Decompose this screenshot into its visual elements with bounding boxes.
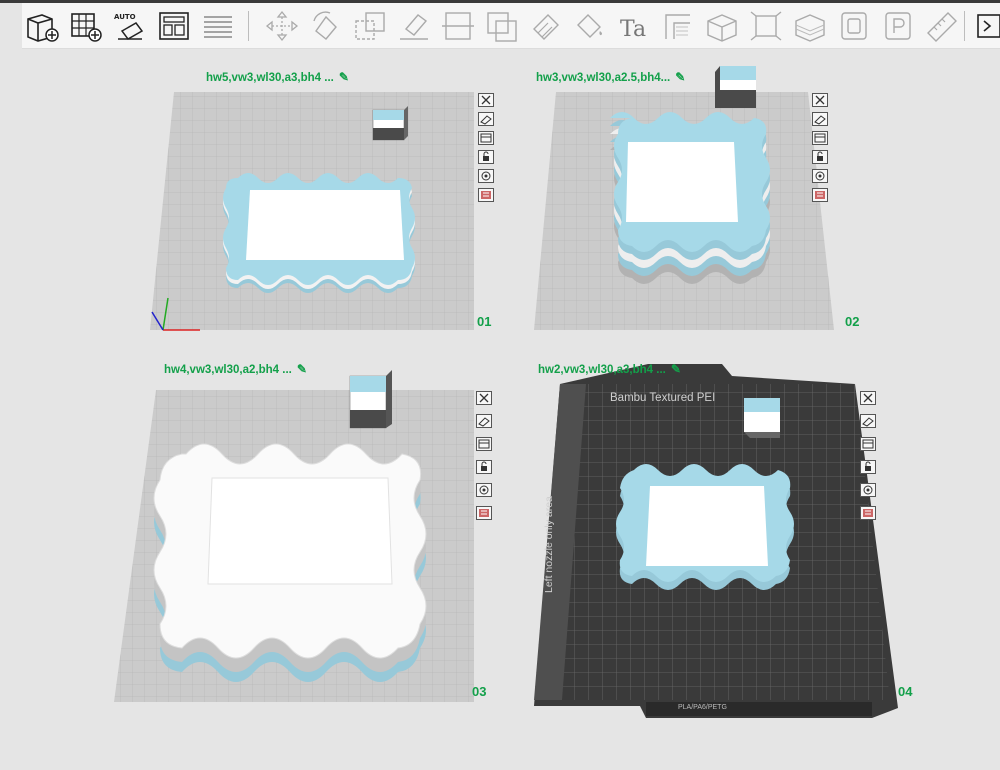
- filament-box-icon: [715, 66, 756, 108]
- orient-plate-icon[interactable]: [476, 437, 492, 451]
- plate-01[interactable]: [150, 92, 474, 331]
- plate-03-label: hw4,vw3,wl30,a2,bh4 ...: [164, 364, 292, 376]
- plate-04-name[interactable]: hw2,vw3,wl30,a3,bh4 ... ✎: [538, 362, 681, 376]
- filament-box-icon: [744, 398, 780, 438]
- plate-02-toolbar: [812, 93, 830, 207]
- lock-plate-icon[interactable]: [812, 150, 828, 164]
- arrange-plate-icon[interactable]: [478, 112, 494, 126]
- plate-settings-icon[interactable]: [860, 483, 876, 497]
- plate-03-name[interactable]: hw4,vw3,wl30,a2,bh4 ... ✎: [164, 362, 307, 376]
- plate-04[interactable]: [534, 364, 898, 718]
- plate-04-label: hw2,vw3,wl30,a3,bh4 ...: [538, 364, 666, 376]
- close-plate-icon[interactable]: [812, 93, 828, 107]
- filament-box-icon: [349, 370, 392, 429]
- orient-plate-icon[interactable]: [860, 437, 876, 451]
- edit-pencil-icon[interactable]: ✎: [671, 362, 681, 376]
- plate-04-number: 04: [898, 684, 913, 699]
- wavy-frame-model[interactable]: [223, 173, 415, 293]
- plate-02-number: 02: [845, 314, 860, 329]
- slice-plate-icon[interactable]: [478, 188, 494, 202]
- plate-01-number: 01: [477, 314, 492, 329]
- orient-plate-icon[interactable]: [812, 131, 828, 145]
- plate-settings-icon[interactable]: [476, 483, 492, 497]
- wavy-frame-model[interactable]: [616, 464, 794, 590]
- filament-type-text: PLA/PA6/PETG: [678, 704, 727, 711]
- close-plate-icon[interactable]: [860, 391, 876, 405]
- left-nozzle-text: Left nozzle only area: [543, 496, 555, 593]
- arrange-plate-icon[interactable]: [860, 414, 876, 428]
- plate-03-toolbar: [476, 391, 494, 525]
- plate-03[interactable]: [114, 370, 474, 702]
- lock-plate-icon[interactable]: [478, 150, 494, 164]
- plate-02-label: hw3,vw3,wl30,a2.5,bh4...: [536, 72, 671, 84]
- plate-02-name[interactable]: hw3,vw3,wl30,a2.5,bh4... ✎: [536, 70, 685, 84]
- plate-01-label: hw5,vw3,wl30,a3,bh4 ...: [206, 72, 334, 84]
- lock-plate-icon[interactable]: [476, 460, 492, 474]
- wavy-frame-model[interactable]: [610, 112, 770, 284]
- plate-settings-icon[interactable]: [478, 169, 494, 183]
- plate-02[interactable]: [534, 66, 834, 330]
- plate-04-toolbar: [860, 391, 878, 525]
- edit-pencil-icon[interactable]: ✎: [339, 70, 349, 84]
- slice-plate-icon[interactable]: [476, 506, 492, 520]
- wavy-frame-model[interactable]: [153, 443, 427, 682]
- plate-01-toolbar: [478, 93, 496, 207]
- plate-03-number: 03: [472, 684, 487, 699]
- close-plate-icon[interactable]: [478, 93, 494, 107]
- plate-01-name[interactable]: hw5,vw3,wl30,a3,bh4 ... ✎: [206, 70, 349, 84]
- close-plate-icon[interactable]: [476, 391, 492, 405]
- arrange-plate-icon[interactable]: [812, 112, 828, 126]
- edit-pencil-icon[interactable]: ✎: [675, 70, 685, 84]
- filament-box-icon: [372, 106, 408, 141]
- plate-settings-icon[interactable]: [812, 169, 828, 183]
- plate-canvas[interactable]: [0, 0, 1000, 770]
- lock-plate-icon[interactable]: [860, 460, 876, 474]
- slice-plate-icon[interactable]: [812, 188, 828, 202]
- orient-plate-icon[interactable]: [478, 131, 494, 145]
- edit-pencil-icon[interactable]: ✎: [297, 362, 307, 376]
- arrange-plate-icon[interactable]: [476, 414, 492, 428]
- bed-name-text: Bambu Textured PEI: [610, 392, 716, 404]
- slice-plate-icon[interactable]: [860, 506, 876, 520]
